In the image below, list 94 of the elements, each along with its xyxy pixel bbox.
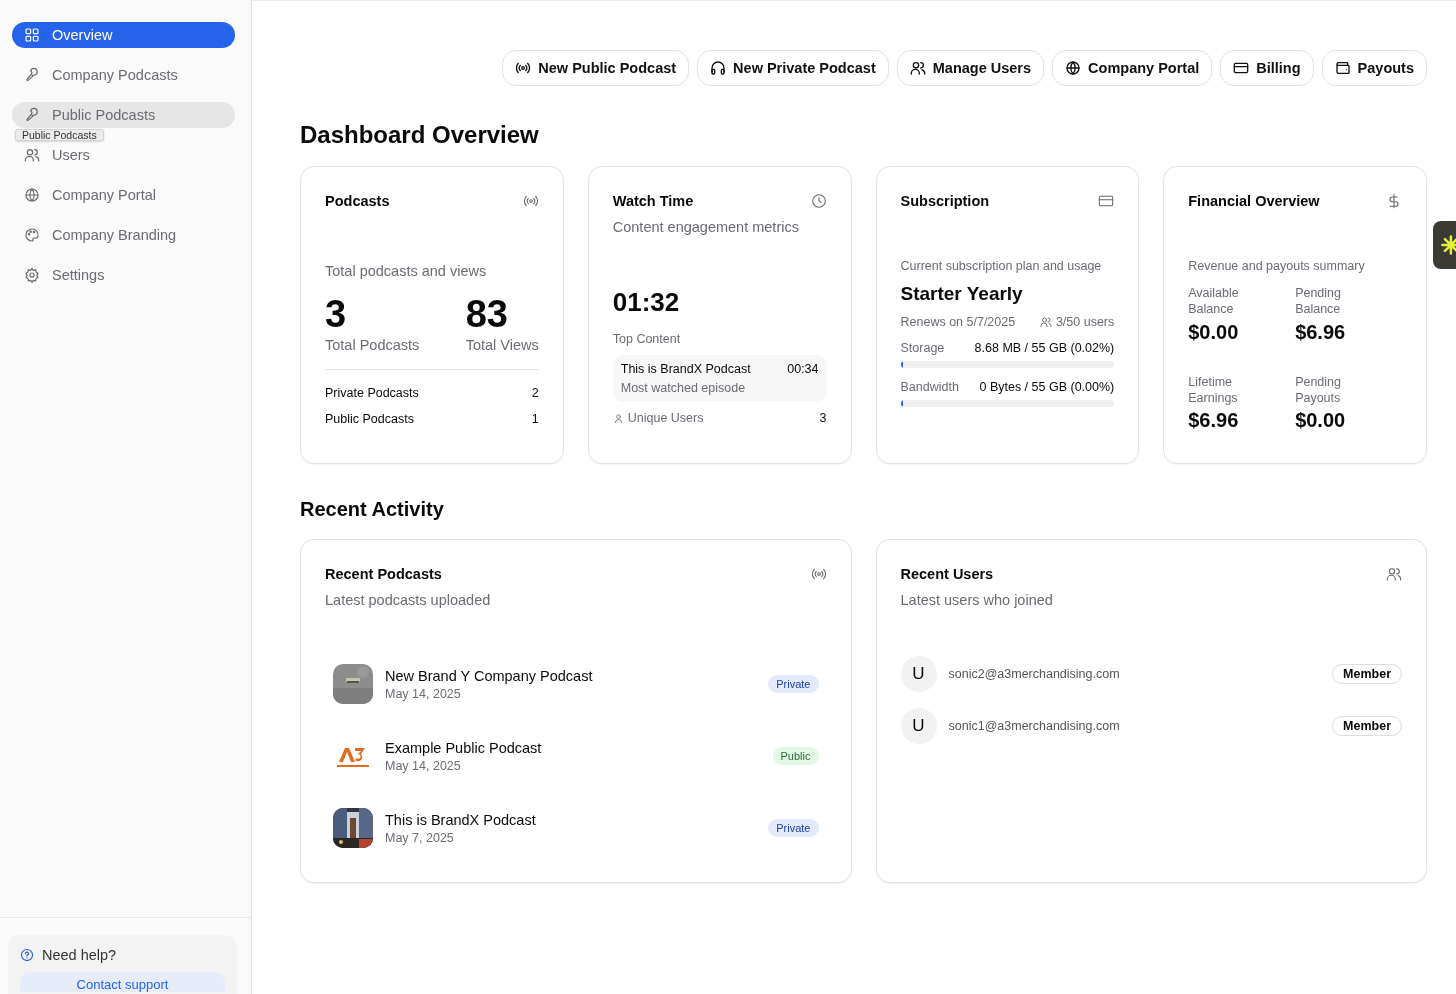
visibility-badge: Private bbox=[768, 675, 819, 693]
action-button[interactable]: Payouts bbox=[1321, 50, 1427, 86]
contact-support-button[interactable]: Contact support bbox=[20, 972, 225, 992]
stat-value: 3 bbox=[819, 411, 827, 425]
users-icon bbox=[909, 60, 926, 76]
visibility-badge: Private bbox=[768, 819, 819, 837]
renewal-date: Renews on 5/7/2025 bbox=[900, 315, 1016, 329]
stat-label: Unique Users bbox=[627, 411, 704, 425]
page-heading: Dashboard Overview bbox=[300, 121, 540, 149]
figure-value: $0.00 bbox=[1295, 409, 1347, 432]
episode-note: Most watched episode bbox=[620, 381, 747, 395]
podcast-date: May 7, 2025 bbox=[385, 830, 455, 845]
user-avatar: U bbox=[900, 656, 937, 692]
user-avatar: U bbox=[900, 708, 937, 744]
card-subtitle: Latest users who joined bbox=[900, 592, 1054, 608]
broadcast-icon bbox=[522, 193, 539, 209]
help-title: Need help? bbox=[42, 947, 117, 963]
card-title: Recent Users bbox=[900, 566, 994, 582]
figure-label: Lifetime Earnings bbox=[1188, 373, 1239, 406]
grid-icon bbox=[24, 27, 40, 43]
stat-label: Total Podcasts bbox=[325, 337, 420, 353]
sidebar-item[interactable]: Company Portal bbox=[12, 182, 235, 208]
row-value: 2 bbox=[531, 386, 539, 400]
action-button[interactable]: New Public Podcast bbox=[502, 50, 690, 86]
clock-icon bbox=[810, 193, 827, 209]
card-subtitle: Latest podcasts uploaded bbox=[325, 592, 492, 608]
episode-title: This is BrandX Podcast bbox=[620, 362, 751, 376]
sidebar-item[interactable]: Company Podcasts bbox=[12, 62, 235, 88]
section-label: Top Content bbox=[612, 332, 682, 346]
sidebar-item[interactable]: Settings bbox=[12, 262, 235, 288]
asterisk-icon bbox=[1439, 233, 1456, 257]
podcast-title: Example Public Podcast bbox=[385, 739, 543, 756]
figure-value: $6.96 bbox=[1188, 409, 1240, 432]
meter-label: Bandwidth bbox=[900, 380, 959, 394]
card-title: Watch Time bbox=[612, 193, 694, 209]
action-button[interactable]: Manage Users bbox=[896, 50, 1045, 86]
card-title: Financial Overview bbox=[1188, 193, 1320, 209]
podcast-title: New Brand Y Company Podcast bbox=[385, 667, 594, 684]
meter-label: Storage bbox=[900, 341, 945, 355]
row-value: 1 bbox=[531, 412, 539, 426]
podcast-date: May 14, 2025 bbox=[385, 758, 462, 773]
palette-icon bbox=[24, 227, 40, 243]
sidebar-item[interactable]: Users bbox=[12, 142, 235, 168]
sidebar-item[interactable]: Overview bbox=[12, 22, 235, 48]
plan-name: Starter Yearly bbox=[900, 283, 1024, 305]
card-title: Subscription bbox=[900, 193, 990, 209]
broadcast-icon bbox=[515, 60, 532, 76]
figure-value: $0.00 bbox=[1188, 320, 1240, 344]
wallet-icon bbox=[1334, 60, 1351, 76]
figure-label: Pending Balance bbox=[1295, 285, 1342, 318]
sidebar-item[interactable]: Company Branding bbox=[12, 222, 235, 248]
settings-icon bbox=[24, 267, 40, 283]
stat-label: Total Views bbox=[465, 337, 539, 353]
user-email: sonic2@a3merchandising.com bbox=[948, 667, 1121, 681]
watch-time-value: 01:32 bbox=[612, 287, 681, 318]
meter-reading: 8.68 MB / 55 GB (0.02%) bbox=[974, 341, 1115, 355]
user-icon bbox=[612, 412, 624, 424]
section-heading: Recent Activity bbox=[300, 498, 445, 521]
card-subtitle: Total podcasts and views bbox=[325, 263, 488, 279]
help-icon bbox=[20, 948, 34, 962]
stat-value: 83 bbox=[465, 295, 509, 333]
user-email: sonic1@a3merchandising.com bbox=[948, 719, 1121, 733]
figure-label: Pending Payouts bbox=[1295, 373, 1342, 406]
figure-label: Available Balance bbox=[1188, 285, 1240, 318]
users-icon bbox=[1039, 316, 1052, 328]
credit-card-icon bbox=[1233, 60, 1250, 76]
headphones-icon bbox=[710, 60, 727, 76]
card-subtitle: Revenue and payouts summary bbox=[1188, 259, 1366, 273]
users-icon bbox=[1386, 566, 1402, 582]
meter-reading: 0 Bytes / 55 GB (0.00%) bbox=[979, 380, 1115, 394]
card-subtitle: Current subscription plan and usage bbox=[900, 259, 1103, 273]
broadcast-icon bbox=[810, 566, 827, 582]
action-button[interactable]: New Private Podcast bbox=[697, 50, 889, 86]
action-button[interactable]: Company Portal bbox=[1052, 50, 1213, 86]
globe-icon bbox=[1065, 60, 1082, 76]
stat-value: 3 bbox=[325, 295, 348, 333]
episode-time: 00:34 bbox=[787, 362, 819, 376]
globe-icon bbox=[24, 187, 40, 203]
visibility-badge: Public bbox=[772, 747, 819, 765]
users-icon bbox=[24, 147, 40, 163]
row-label: Private Podcasts bbox=[325, 386, 419, 400]
action-button[interactable]: Billing bbox=[1220, 50, 1314, 86]
dollar-icon bbox=[1386, 193, 1402, 209]
podcast-date: May 14, 2025 bbox=[385, 686, 462, 701]
tooltip: Public Podcasts bbox=[15, 129, 104, 141]
credit-card-icon bbox=[1098, 193, 1115, 209]
floating-widget-button[interactable] bbox=[1433, 221, 1456, 269]
row-label: Public Podcasts bbox=[325, 412, 414, 426]
podcast-title: This is BrandX Podcast bbox=[385, 811, 537, 828]
figure-value: $6.96 bbox=[1295, 320, 1347, 344]
user-count: 3/50 users bbox=[1055, 315, 1115, 329]
card-title: Podcasts bbox=[325, 193, 390, 209]
card-subtitle: Content engagement metrics bbox=[612, 219, 800, 235]
card-title: Recent Podcasts bbox=[325, 566, 442, 582]
